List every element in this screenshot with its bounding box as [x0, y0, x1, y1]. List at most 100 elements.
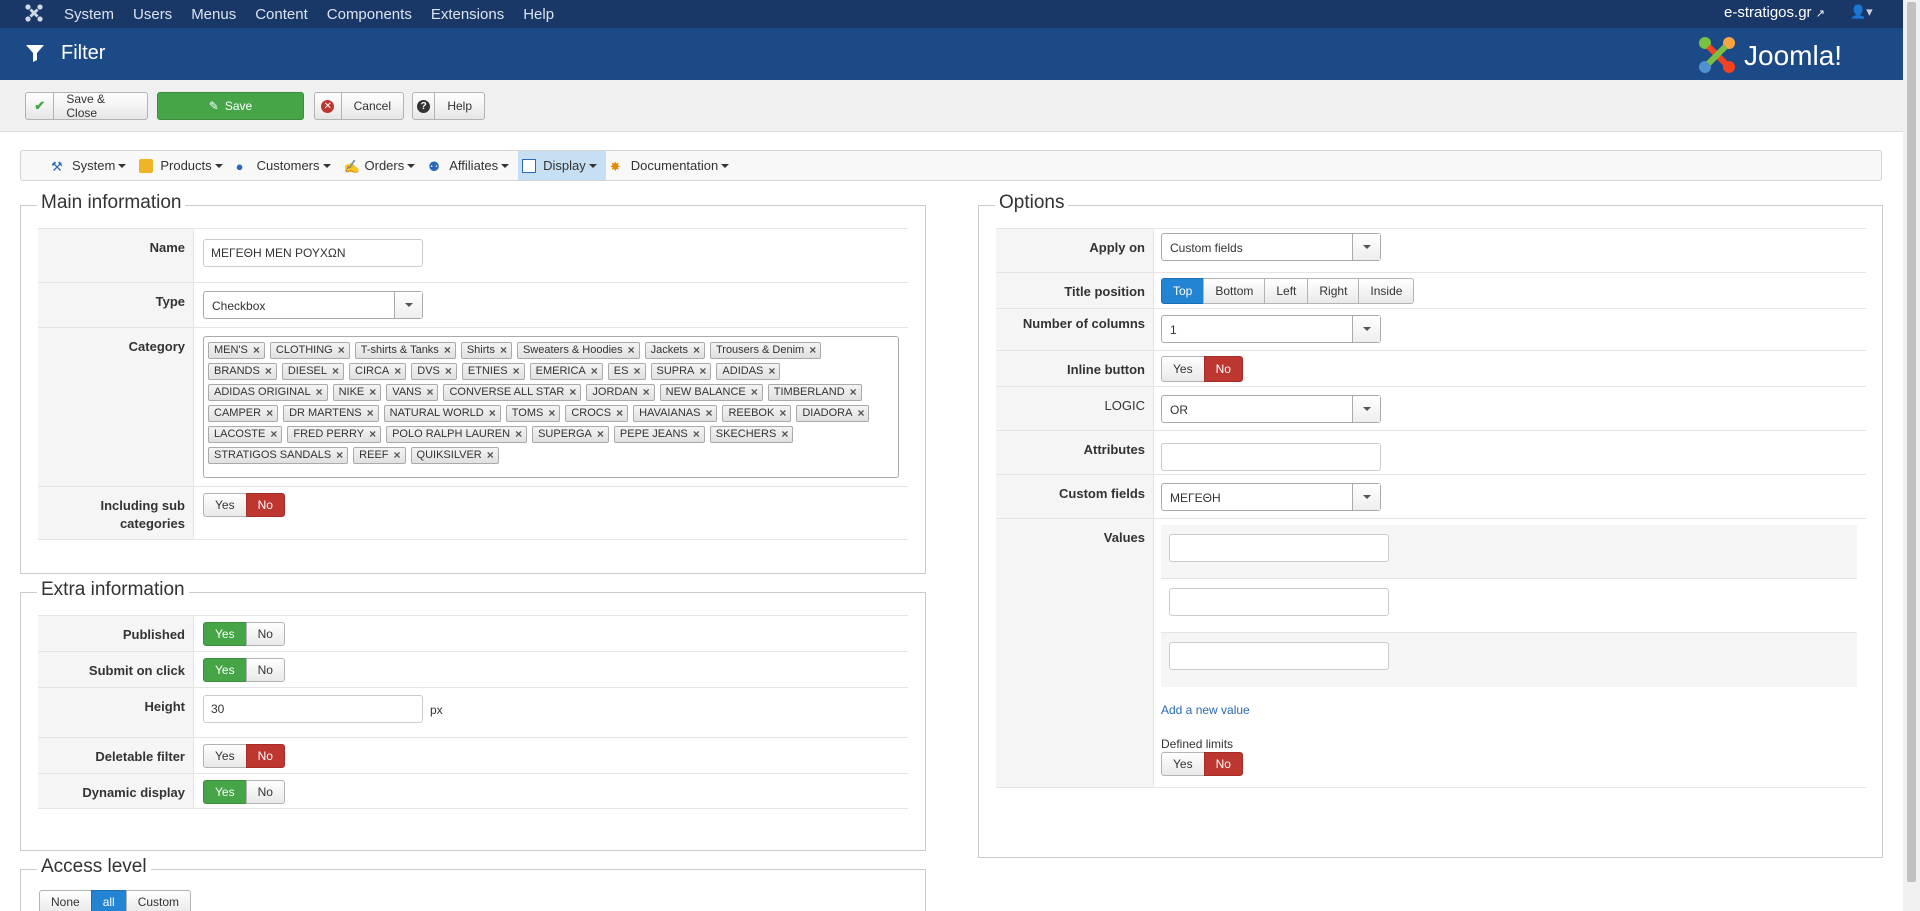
value-input-1[interactable]: [1169, 534, 1389, 562]
title-position-left[interactable]: Left: [1264, 278, 1309, 304]
remove-tag-icon[interactable]: ×: [569, 385, 576, 400]
remove-tag-icon[interactable]: ×: [628, 343, 635, 358]
inline-button-no[interactable]: No: [1203, 356, 1243, 382]
access-none[interactable]: None: [39, 890, 92, 911]
remove-tag-icon[interactable]: ×: [394, 448, 401, 463]
defined-limits-no[interactable]: No: [1203, 752, 1243, 776]
remove-tag-icon[interactable]: ×: [338, 343, 345, 358]
add-value-link[interactable]: Add a new value: [1161, 703, 1250, 717]
remove-tag-icon[interactable]: ×: [444, 343, 451, 358]
joomla-logo-icon[interactable]: [24, 3, 44, 23]
remove-tag-icon[interactable]: ×: [270, 427, 277, 442]
help-button[interactable]: ? Help: [412, 92, 485, 120]
cancel-button[interactable]: ✕ Cancel: [314, 92, 404, 120]
menu-help[interactable]: Help: [523, 6, 554, 23]
remove-tag-icon[interactable]: ×: [369, 427, 376, 442]
subnav-orders[interactable]: ✍ Orders: [340, 151, 425, 180]
subnav-documentation[interactable]: ✸ Documentation: [606, 151, 738, 180]
type-select[interactable]: Checkbox: [203, 291, 423, 319]
inline-button-yes[interactable]: Yes: [1161, 356, 1205, 382]
category-tags-input[interactable]: MEN'S × CLOTHING × T-shirts & Tanks × Shirts × S…: [203, 336, 899, 478]
remove-tag-icon[interactable]: ×: [316, 385, 323, 400]
scrollbar-thumb[interactable]: [1907, 2, 1916, 882]
page-scrollbar[interactable]: [1903, 0, 1920, 911]
subnav-display[interactable]: Display: [518, 151, 606, 180]
remove-tag-icon[interactable]: ×: [266, 406, 273, 421]
menu-extensions[interactable]: Extensions: [431, 6, 504, 23]
remove-tag-icon[interactable]: ×: [705, 406, 712, 421]
remove-tag-icon[interactable]: ×: [693, 427, 700, 442]
save-close-button[interactable]: ✔ Save & Close: [25, 92, 148, 120]
subnav-system[interactable]: ⚒ System: [47, 151, 135, 180]
dynamic-no[interactable]: No: [245, 780, 285, 804]
published-yes[interactable]: Yes: [203, 622, 247, 646]
menu-users[interactable]: Users: [133, 6, 172, 23]
remove-tag-icon[interactable]: ×: [633, 364, 640, 379]
columns-select[interactable]: 1: [1161, 315, 1381, 343]
remove-tag-icon[interactable]: ×: [515, 427, 522, 442]
remove-tag-icon[interactable]: ×: [597, 427, 604, 442]
category-tag-label: JORDAN: [592, 386, 638, 398]
site-link[interactable]: e-stratigos.gr ↗: [1724, 4, 1825, 21]
published-no[interactable]: No: [245, 622, 285, 646]
remove-tag-icon[interactable]: ×: [367, 406, 374, 421]
logic-select[interactable]: OR: [1161, 395, 1381, 423]
remove-tag-icon[interactable]: ×: [616, 406, 623, 421]
subcategories-yes[interactable]: Yes: [203, 493, 247, 517]
title-position-right[interactable]: Right: [1307, 278, 1360, 304]
inline-button-toggle: Yes No: [1161, 356, 1243, 382]
apply-on-select[interactable]: Custom fields: [1161, 233, 1381, 261]
remove-tag-icon[interactable]: ×: [591, 364, 598, 379]
remove-tag-icon[interactable]: ×: [394, 364, 401, 379]
access-all[interactable]: all: [90, 890, 127, 911]
remove-tag-icon[interactable]: ×: [768, 364, 775, 379]
remove-tag-icon[interactable]: ×: [693, 343, 700, 358]
deletable-no[interactable]: No: [245, 744, 285, 768]
custom-fields-select[interactable]: ΜΕΓΕΘΗ: [1161, 483, 1381, 511]
remove-tag-icon[interactable]: ×: [850, 385, 857, 400]
attributes-input[interactable]: [1161, 443, 1381, 471]
user-menu[interactable]: 👤▾: [1850, 4, 1873, 20]
height-input[interactable]: 30: [203, 695, 423, 723]
remove-tag-icon[interactable]: ×: [369, 385, 376, 400]
submit-no[interactable]: No: [245, 658, 285, 682]
value-input-3[interactable]: [1169, 642, 1389, 670]
defined-limits-yes[interactable]: Yes: [1161, 752, 1205, 776]
subcategories-no[interactable]: No: [245, 493, 285, 517]
title-position-inside[interactable]: Inside: [1358, 278, 1415, 304]
subnav-customers[interactable]: ● Customers: [232, 151, 340, 180]
subnav-products[interactable]: Products: [135, 151, 231, 180]
submit-yes[interactable]: Yes: [203, 658, 247, 682]
remove-tag-icon[interactable]: ×: [336, 448, 343, 463]
remove-tag-icon[interactable]: ×: [779, 406, 786, 421]
remove-tag-icon[interactable]: ×: [445, 364, 452, 379]
name-input[interactable]: ΜΕΓΕΘΗ ΜΕΝ ΡΟΥΧΩΝ: [203, 239, 423, 267]
save-button[interactable]: ✎ Save: [157, 92, 304, 120]
menu-system[interactable]: System: [64, 6, 114, 23]
remove-tag-icon[interactable]: ×: [781, 427, 788, 442]
remove-tag-icon[interactable]: ×: [751, 385, 758, 400]
title-position-top[interactable]: Top: [1161, 278, 1205, 304]
remove-tag-icon[interactable]: ×: [548, 406, 555, 421]
remove-tag-icon[interactable]: ×: [426, 385, 433, 400]
remove-tag-icon[interactable]: ×: [265, 364, 272, 379]
remove-tag-icon[interactable]: ×: [487, 448, 494, 463]
menu-content[interactable]: Content: [255, 6, 308, 23]
dynamic-yes[interactable]: Yes: [203, 780, 247, 804]
subnav-affiliates[interactable]: ⚉ Affiliates: [424, 151, 518, 180]
remove-tag-icon[interactable]: ×: [513, 364, 520, 379]
remove-tag-icon[interactable]: ×: [489, 406, 496, 421]
value-input-2[interactable]: [1169, 588, 1389, 616]
remove-tag-icon[interactable]: ×: [699, 364, 706, 379]
remove-tag-icon[interactable]: ×: [332, 364, 339, 379]
title-position-bottom[interactable]: Bottom: [1203, 278, 1266, 304]
menu-components[interactable]: Components: [327, 6, 412, 23]
remove-tag-icon[interactable]: ×: [643, 385, 650, 400]
remove-tag-icon[interactable]: ×: [857, 406, 864, 421]
access-custom[interactable]: Custom: [125, 890, 192, 911]
menu-menus[interactable]: Menus: [191, 6, 236, 23]
remove-tag-icon[interactable]: ×: [809, 343, 816, 358]
deletable-yes[interactable]: Yes: [203, 744, 247, 768]
remove-tag-icon[interactable]: ×: [500, 343, 507, 358]
remove-tag-icon[interactable]: ×: [253, 343, 260, 358]
